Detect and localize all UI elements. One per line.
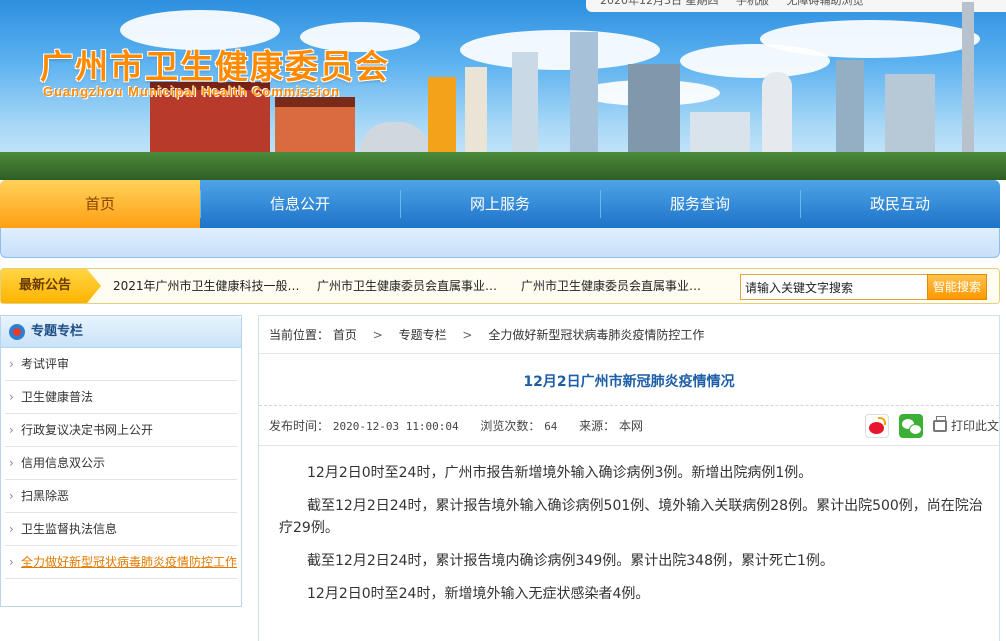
notice-list: 2021年广州市卫生健康科技一般引导项目广州市卫生健康委员会直属事业单位公开招聘… bbox=[113, 269, 725, 303]
printer-icon[interactable] bbox=[932, 416, 947, 432]
weibo-share-icon[interactable] bbox=[864, 414, 889, 438]
breadcrumb-separator: > bbox=[372, 328, 383, 342]
header-banner: 2020年12月3日 星期四 手机版 无障碍辅助浏览 广州市卫生健康委员会 Gu… bbox=[0, 0, 1006, 180]
source-value: 本网 bbox=[618, 419, 643, 433]
site-subtitle: Guangzhou Municipal Health Commission bbox=[43, 84, 341, 99]
top-utility-bar: 2020年12月3日 星期四 手机版 无障碍辅助浏览 bbox=[586, 0, 1006, 12]
site-title: 广州市卫生健康委员会 bbox=[40, 47, 390, 86]
article-title: 12月2日广州市新冠肺炎疫情情况 bbox=[259, 354, 999, 406]
sub-nav-bar bbox=[0, 228, 1000, 258]
published-label: 发布时间： bbox=[269, 419, 330, 433]
breadcrumb-separator: > bbox=[462, 328, 473, 342]
views-label: 浏览次数： bbox=[480, 419, 541, 433]
sidebar-item-anti-crime[interactable]: 扫黑除恶 bbox=[5, 480, 237, 513]
main-nav: 首页 信息公开 网上服务 服务查询 政民互动 bbox=[0, 180, 1000, 228]
building bbox=[690, 112, 750, 152]
mobile-version-link[interactable]: 手机版 bbox=[736, 0, 769, 6]
sidebar: 专题专栏 考试评审 卫生健康普法 行政复议决定书网上公开 信用信息双公示 扫黑除… bbox=[0, 315, 242, 607]
notice-item[interactable]: 广州市卫生健康委员会直属事业单位公开招聘 bbox=[317, 269, 507, 303]
building bbox=[360, 122, 430, 152]
source-label: 来源： bbox=[579, 419, 616, 433]
article-paragraph: 12月2日0时至24时，新增境外输入无症状感染者4例。 bbox=[307, 586, 650, 602]
sidebar-item-credit-info[interactable]: 信用信息双公示 bbox=[5, 447, 237, 480]
building bbox=[762, 72, 792, 152]
nav-home[interactable]: 首页 bbox=[0, 180, 200, 228]
sidebar-item-supervision[interactable]: 卫生监督执法信息 bbox=[5, 513, 237, 546]
sidebar-title: 专题专栏 bbox=[31, 324, 84, 339]
nav-info-disclosure[interactable]: 信息公开 bbox=[200, 180, 400, 228]
breadcrumb-covid[interactable]: 全力做好新型冠状病毒肺炎疫情防控工作 bbox=[488, 328, 704, 342]
canton-tower bbox=[962, 2, 974, 152]
notice-bar: 最新公告 2021年广州市卫生健康科技一般引导项目广州市卫生健康委员会直属事业单… bbox=[0, 268, 1000, 304]
cloud bbox=[760, 20, 980, 58]
notice-item[interactable]: 广州市卫生健康委员会直属事业单位公开招聘 bbox=[521, 269, 711, 303]
wechat-share-icon[interactable] bbox=[898, 414, 923, 438]
building bbox=[428, 77, 456, 152]
article-panel: 当前位置： 首页 > 专题专栏 > 全力做好新型冠状病毒肺炎疫情防控工作 12月… bbox=[258, 315, 1000, 641]
sidebar-header: 专题专栏 bbox=[1, 316, 241, 348]
notice-item[interactable]: 2021年广州市卫生健康科技一般引导项目 bbox=[113, 269, 303, 303]
article-paragraph: 截至12月2日24时，累计报告境内确诊病例349例。累计出院348例，累计死亡1… bbox=[307, 553, 834, 569]
accessibility-link[interactable]: 无障碍辅助浏览 bbox=[787, 0, 864, 6]
building bbox=[836, 60, 864, 152]
article-meta: 发布时间： 2020-12-03 11:00:04 浏览次数： 64 来源： 本… bbox=[259, 406, 999, 446]
breadcrumb-topics[interactable]: 专题专栏 bbox=[399, 328, 447, 342]
published-time: 2020-12-03 11:00:04 bbox=[332, 420, 459, 433]
sidebar-item-health-law[interactable]: 卫生健康普法 bbox=[5, 381, 237, 414]
tree-line bbox=[0, 152, 1006, 180]
building bbox=[570, 32, 598, 152]
building bbox=[275, 97, 355, 152]
sidebar-item-covid[interactable]: 全力做好新型冠状病毒肺炎疫情防控工作 bbox=[5, 546, 237, 579]
article-paragraph: 截至12月2日24时，累计报告境外输入确诊病例501例、境外输入关联病例28例。… bbox=[279, 498, 983, 536]
target-icon bbox=[9, 324, 25, 340]
article-paragraph: 12月2日0时至24时，广州市报告新增境外输入确诊病例3例。新增出院病例1例。 bbox=[307, 465, 813, 481]
breadcrumb: 当前位置： 首页 > 专题专栏 > 全力做好新型冠状病毒肺炎疫情防控工作 bbox=[259, 316, 999, 354]
search-input[interactable] bbox=[740, 274, 928, 300]
nav-public-interaction[interactable]: 政民互动 bbox=[800, 180, 1000, 228]
building bbox=[885, 74, 935, 152]
article-body: 12月2日0时至24时，广州市报告新增境外输入确诊病例3例。新增出院病例1例。 … bbox=[259, 446, 999, 605]
views-count: 64 bbox=[544, 420, 558, 433]
building bbox=[628, 64, 680, 152]
breadcrumb-label: 当前位置： bbox=[269, 328, 330, 342]
share-toolbar: 打印此文 bbox=[864, 413, 999, 439]
nav-service-query[interactable]: 服务查询 bbox=[600, 180, 800, 228]
search-button[interactable]: 智能搜索 bbox=[927, 274, 987, 300]
sidebar-list: 考试评审 卫生健康普法 行政复议决定书网上公开 信用信息双公示 扫黑除恶 卫生监… bbox=[1, 348, 241, 579]
print-link[interactable]: 打印此文 bbox=[951, 406, 999, 446]
building bbox=[465, 67, 487, 152]
nav-online-service[interactable]: 网上服务 bbox=[400, 180, 600, 228]
sidebar-item-exam-review[interactable]: 考试评审 bbox=[5, 348, 237, 381]
current-date: 2020年12月3日 星期四 bbox=[600, 0, 719, 7]
sidebar-item-admin-review[interactable]: 行政复议决定书网上公开 bbox=[5, 414, 237, 447]
breadcrumb-home[interactable]: 首页 bbox=[333, 328, 357, 342]
building bbox=[512, 52, 538, 152]
notice-tag: 最新公告 bbox=[1, 269, 101, 303]
